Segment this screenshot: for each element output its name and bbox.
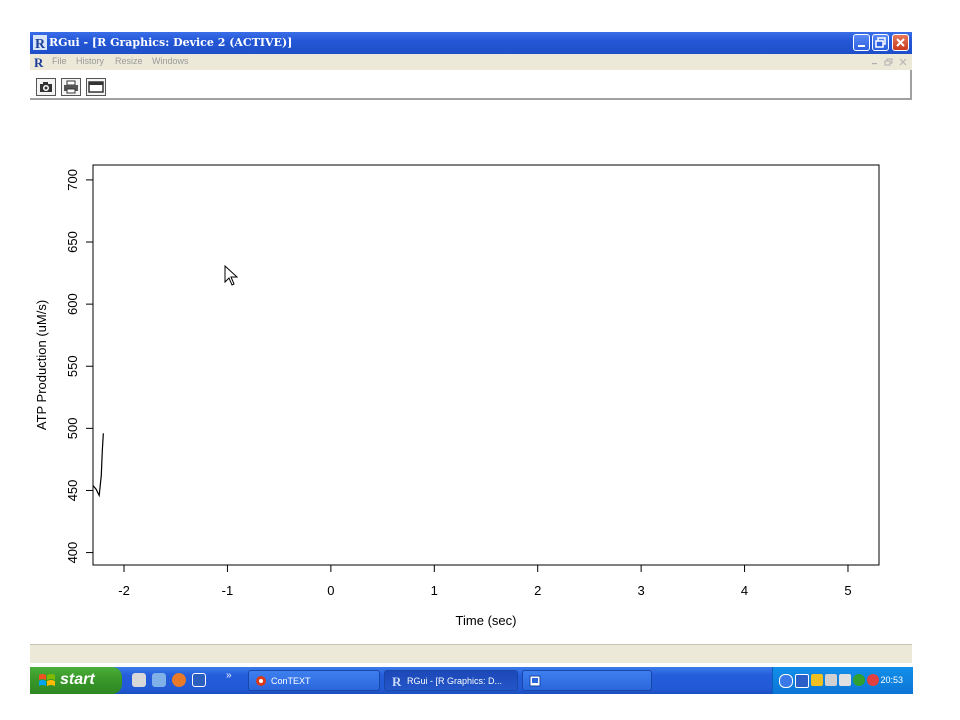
menu-bar: R File History Resize Windows [30,54,912,70]
status-bar [30,644,912,663]
taskbar: start » ConTEXT R RGui - [R Graphics: D.… [30,667,913,694]
menu-history[interactable]: History [76,56,104,66]
window-app-icon [529,675,541,687]
x-tick-label: 0 [327,583,334,598]
y-tick-label: 450 [65,480,80,502]
r-app-icon: R [392,674,402,688]
restore-button[interactable] [872,34,889,51]
printer-icon[interactable] [61,78,81,96]
menu-windows[interactable]: Windows [152,56,189,66]
y-tick-label: 650 [65,231,80,253]
menu-file[interactable]: File [52,56,67,66]
task-context[interactable]: ConTEXT [248,670,380,691]
tray-red-icon[interactable] [867,674,879,686]
graphics-device: -2 -1 0 1 2 3 4 5 400 450 500 550 600 650 700 Time (s… [30,100,912,645]
task-label: ConTEXT [271,676,311,686]
svg-text:R: R [392,674,402,688]
menu-resize[interactable]: Resize [115,56,143,66]
start-label: start [60,671,95,688]
y-tick-label: 700 [65,169,80,191]
y-tick-label: 550 [65,355,80,377]
r-logo-icon: R [33,35,47,50]
r-menu-logo-icon: R [34,55,44,69]
quicklaunch-ie-icon[interactable] [152,673,166,687]
toolbar [30,70,912,100]
quicklaunch-firefox-icon[interactable] [172,673,186,687]
y-axis-label: ATP Production (uM/s) [34,300,49,430]
camera-icon[interactable] [36,78,56,96]
tray-network-icon[interactable] [825,674,837,686]
x-tick-label: -2 [118,583,130,598]
tray-window-icon[interactable] [795,674,809,688]
tray-volume-icon[interactable] [839,674,851,686]
tray-shield-icon[interactable] [811,674,823,686]
start-button[interactable]: start [30,667,122,694]
y-tick-label: 500 [65,418,80,440]
clock: 20:53 [880,675,903,685]
rgui-window: R RGui - [R Graphics: Device 2 (ACTIVE)]… [30,32,912,663]
windows-flag-icon [39,674,55,686]
y-tick-label: 400 [65,542,80,564]
quicklaunch-word-icon[interactable] [192,673,206,687]
x-tick-label: 5 [844,583,851,598]
x-axis-label: Time (sec) [456,613,517,628]
system-tray: 20:53 [772,667,913,694]
tray-expand-icon[interactable] [779,674,793,688]
svg-text:R: R [34,55,44,69]
task-rgui[interactable]: R RGui - [R Graphics: D... [384,670,518,691]
x-tick-label: -1 [222,583,234,598]
mdi-controls-icon[interactable] [870,57,910,67]
quicklaunch-overflow-icon[interactable]: » [226,670,232,681]
title-bar[interactable]: R RGui - [R Graphics: Device 2 (ACTIVE)] [30,32,912,54]
x-tick-label: 2 [534,583,541,598]
window-icon[interactable] [86,78,106,96]
x-tick-label: 3 [638,583,645,598]
minimize-button[interactable] [853,34,870,51]
x-tick-label: 1 [431,583,438,598]
atp-chart: -2 -1 0 1 2 3 4 5 400 450 500 550 600 650 700 Time (s… [34,164,880,628]
task-unknown[interactable] [522,670,652,691]
close-button[interactable] [892,34,909,51]
window-title: RGui - [R Graphics: Device 2 (ACTIVE)] [49,36,293,49]
plot-box [92,164,880,566]
x-tick-label: 4 [741,583,748,598]
context-app-icon [256,676,266,686]
quicklaunch-show-desktop-icon[interactable] [132,673,146,687]
y-tick-label: 600 [65,293,80,315]
task-label: RGui - [R Graphics: D... [407,676,503,686]
tray-green-icon[interactable] [853,674,865,686]
svg-text:R: R [35,37,46,50]
